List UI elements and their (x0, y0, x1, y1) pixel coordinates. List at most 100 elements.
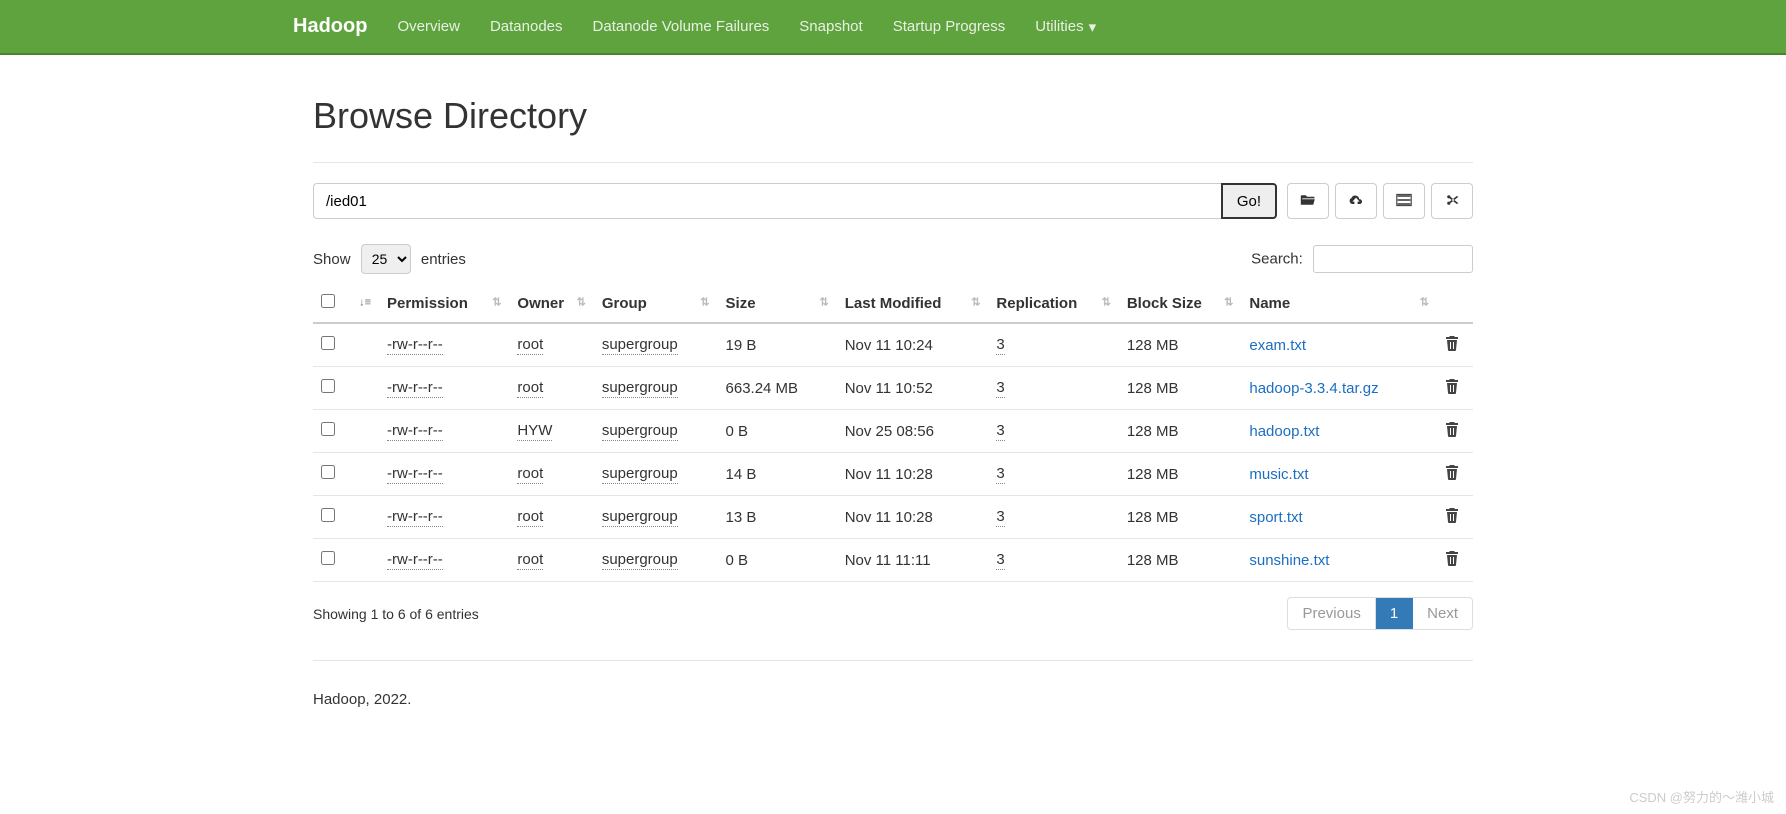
trash-icon (1445, 467, 1459, 484)
trash-icon (1445, 424, 1459, 441)
permission-value[interactable]: -rw-r--r-- (387, 336, 443, 355)
trash-icon (1445, 338, 1459, 355)
modified-value: Nov 11 10:28 (837, 453, 989, 496)
row-checkbox[interactable] (321, 465, 335, 479)
search-input[interactable] (1313, 245, 1473, 273)
col-replication[interactable]: Replication⇅ (988, 284, 1118, 323)
blocksize-value: 128 MB (1119, 453, 1242, 496)
size-value: 0 B (718, 539, 837, 582)
trash-icon (1445, 510, 1459, 527)
col-sort-blank[interactable]: ↓≡ (349, 284, 379, 323)
replication-value[interactable]: 3 (996, 508, 1004, 527)
permission-value[interactable]: -rw-r--r-- (387, 551, 443, 570)
col-permission-label: Permission (387, 295, 468, 312)
delete-button[interactable] (1445, 553, 1459, 570)
folder-open-button[interactable] (1287, 183, 1329, 219)
nav-volume-failures[interactable]: Datanode Volume Failures (593, 18, 770, 35)
previous-button[interactable]: Previous (1288, 598, 1375, 629)
blocksize-value: 128 MB (1119, 410, 1242, 453)
col-name[interactable]: Name⇅ (1241, 284, 1437, 323)
owner-value[interactable]: root (517, 465, 543, 484)
group-value[interactable]: supergroup (602, 551, 678, 570)
col-permission[interactable]: Permission⇅ (379, 284, 509, 323)
col-actions (1437, 284, 1473, 323)
pagination: Previous 1 Next (1287, 597, 1473, 630)
upload-button[interactable] (1335, 183, 1377, 219)
delete-button[interactable] (1445, 338, 1459, 355)
permission-value[interactable]: -rw-r--r-- (387, 379, 443, 398)
length-menu: Show 25 entries (313, 244, 466, 274)
owner-value[interactable]: root (517, 508, 543, 527)
select-all-checkbox[interactable] (321, 294, 335, 308)
delete-button[interactable] (1445, 381, 1459, 398)
file-table: ↓≡ Permission⇅ Owner⇅ Group⇅ Size⇅ Last … (313, 284, 1473, 582)
page-1-button[interactable]: 1 (1376, 598, 1413, 629)
entries-label: entries (421, 251, 466, 268)
row-checkbox[interactable] (321, 336, 335, 350)
file-name-link[interactable]: exam.txt (1249, 337, 1306, 354)
row-checkbox[interactable] (321, 379, 335, 393)
col-owner[interactable]: Owner⇅ (509, 284, 593, 323)
owner-value[interactable]: root (517, 336, 543, 355)
group-value[interactable]: supergroup (602, 465, 678, 484)
go-button[interactable]: Go! (1221, 183, 1277, 219)
group-value[interactable]: supergroup (602, 422, 678, 441)
size-value: 19 B (718, 323, 837, 367)
file-name-link[interactable]: sunshine.txt (1249, 552, 1329, 569)
owner-value[interactable]: HYW (517, 422, 552, 441)
col-checkbox[interactable] (313, 284, 349, 323)
row-checkbox[interactable] (321, 551, 335, 565)
next-button[interactable]: Next (1413, 598, 1472, 629)
replication-value[interactable]: 3 (996, 465, 1004, 484)
search-group: Search: (1251, 245, 1473, 273)
divider (313, 162, 1473, 163)
permission-value[interactable]: -rw-r--r-- (387, 422, 443, 441)
row-checkbox[interactable] (321, 508, 335, 522)
cut-button[interactable] (1431, 183, 1473, 219)
file-name-link[interactable]: sport.txt (1249, 509, 1302, 526)
permission-value[interactable]: -rw-r--r-- (387, 465, 443, 484)
delete-button[interactable] (1445, 467, 1459, 484)
table-row: -rw-r--r-- root supergroup 14 BNov 11 10:28… (313, 453, 1473, 496)
length-select[interactable]: 25 (361, 244, 411, 274)
table-row: -rw-r--r--rootsupergroup0 BNov 11 11:113… (313, 539, 1473, 582)
size-value: 663.24 MB (718, 367, 837, 410)
sort-icon: ⇅ (577, 300, 586, 307)
trash-icon (1445, 381, 1459, 398)
blocksize-value: 128 MB (1119, 496, 1242, 539)
row-checkbox[interactable] (321, 422, 335, 436)
nav-snapshot[interactable]: Snapshot (799, 18, 862, 35)
col-modified[interactable]: Last Modified⇅ (837, 284, 989, 323)
nav-overview[interactable]: Overview (397, 18, 460, 35)
group-value[interactable]: supergroup (602, 508, 678, 527)
permission-value[interactable]: -rw-r--r-- (387, 508, 443, 527)
list-button[interactable] (1383, 183, 1425, 219)
delete-button[interactable] (1445, 424, 1459, 441)
modified-value: Nov 11 10:24 (837, 323, 989, 367)
col-group[interactable]: Group⇅ (594, 284, 718, 323)
replication-value[interactable]: 3 (996, 551, 1004, 570)
owner-value[interactable]: root (517, 551, 543, 570)
replication-value[interactable]: 3 (996, 379, 1004, 398)
group-value[interactable]: supergroup (602, 379, 678, 398)
nav-datanodes[interactable]: Datanodes (490, 18, 563, 35)
group-value[interactable]: supergroup (602, 336, 678, 355)
cloud-upload-icon (1348, 193, 1364, 210)
brand[interactable]: Hadoop (293, 15, 367, 38)
nav-utilities[interactable]: Utilities ▾ (1035, 18, 1096, 36)
file-name-link[interactable]: hadoop-3.3.4.tar.gz (1249, 380, 1378, 397)
path-input[interactable] (313, 183, 1221, 219)
size-value: 14 B (718, 453, 837, 496)
col-replication-label: Replication (996, 295, 1077, 312)
col-size[interactable]: Size⇅ (718, 284, 837, 323)
sort-icon: ⇅ (700, 300, 709, 307)
owner-value[interactable]: root (517, 379, 543, 398)
scissors-icon (1444, 193, 1460, 210)
replication-value[interactable]: 3 (996, 422, 1004, 441)
file-name-link[interactable]: hadoop.txt (1249, 423, 1319, 440)
delete-button[interactable] (1445, 510, 1459, 527)
file-name-link[interactable]: music.txt (1249, 466, 1308, 483)
col-blocksize[interactable]: Block Size⇅ (1119, 284, 1242, 323)
nav-startup-progress[interactable]: Startup Progress (893, 18, 1006, 35)
replication-value[interactable]: 3 (996, 336, 1004, 355)
